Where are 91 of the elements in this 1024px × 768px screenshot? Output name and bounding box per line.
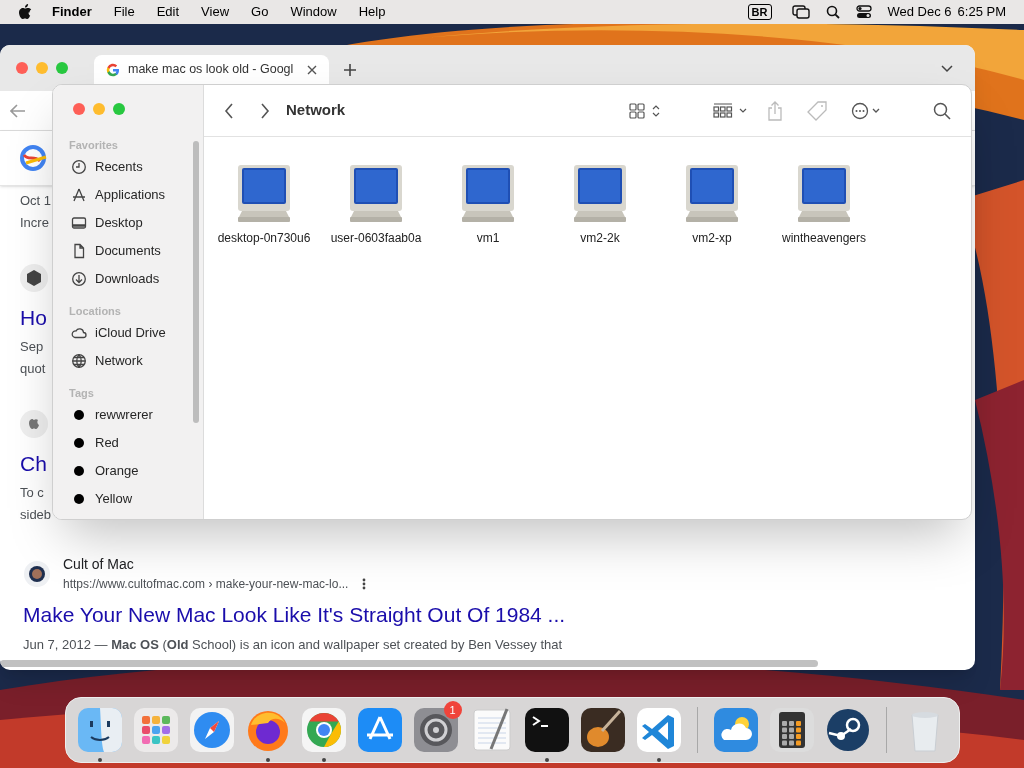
sidebar-item[interactable]: Applications <box>69 181 203 209</box>
group-icon[interactable] <box>713 102 749 119</box>
more-icon[interactable] <box>851 101 881 120</box>
search-icon[interactable] <box>933 101 951 120</box>
guitar-icon[interactable] <box>580 707 627 753</box>
code-editor-icon[interactable] <box>636 707 683 753</box>
document-icon <box>71 243 87 259</box>
network-computer-label[interactable]: vm2-2k <box>580 229 620 247</box>
network-computer-label[interactable]: wintheavengers <box>781 229 867 247</box>
more-vertical-icon[interactable] <box>362 578 367 590</box>
menu-item[interactable]: View <box>201 2 230 22</box>
compass-icon[interactable] <box>188 707 235 753</box>
window-title: Network <box>286 100 346 121</box>
chrome-icon[interactable] <box>300 707 347 753</box>
weather-icon[interactable] <box>713 707 760 753</box>
sidebar-item[interactable]: Downloads <box>69 265 203 293</box>
computer-icon[interactable] <box>236 163 292 223</box>
terminal-icon[interactable] <box>524 707 571 753</box>
gear-icon[interactable] <box>412 707 459 753</box>
clock-icon <box>71 159 87 175</box>
sidebar-item[interactable]: Network <box>69 347 203 375</box>
apple-icon <box>20 410 48 438</box>
sidebar-item[interactable]: Yellow <box>69 485 203 513</box>
tab-title: make mac os look old - Googl <box>128 61 294 79</box>
desktop-icon <box>71 215 87 231</box>
google-icon <box>106 62 120 77</box>
browser-tab[interactable]: make mac os look old - Googl <box>94 55 329 84</box>
notification-badge: 1 <box>443 701 462 719</box>
steam-icon[interactable] <box>825 707 872 753</box>
result-snippet: sideb <box>20 506 52 524</box>
site-favicon <box>23 559 51 588</box>
sidebar-item[interactable]: Orange <box>69 457 203 485</box>
apple-icon[interactable] <box>18 4 32 20</box>
network-computer-label[interactable]: user-0603faab0a <box>330 229 422 247</box>
menu-item[interactable]: Go <box>251 2 269 22</box>
result-snippet: quot <box>20 360 46 378</box>
sidebar-item[interactable]: Red <box>69 429 203 457</box>
result-snippet: Jun 7, 2012 — Mac OS (Old School) is an icon and wallpaper set created by Ben Vessey that <box>23 635 564 654</box>
network-computer-label[interactable]: desktop-0n730u6 <box>217 229 311 247</box>
menu-app-name[interactable]: Finder <box>52 2 92 22</box>
result-title[interactable]: Make Your New Mac Look Like It's Straight Out Of 1984 ... <box>23 599 975 631</box>
chevron-down-icon[interactable] <box>941 65 953 73</box>
result-snippet: Incre <box>20 214 49 232</box>
result-snippet: Sep <box>20 338 44 356</box>
result-title[interactable]: Ch <box>20 450 47 478</box>
site-name: Cult of Mac <box>63 555 135 574</box>
network-computer-label[interactable]: vm2-xp <box>692 229 732 247</box>
sidebar-item[interactable]: Desktop <box>69 209 203 237</box>
computer-icon[interactable] <box>348 163 404 223</box>
sidebar-heading: Tags <box>69 386 95 401</box>
forward-icon[interactable] <box>260 102 270 119</box>
menu-item[interactable]: File <box>113 2 135 22</box>
download-icon <box>71 271 87 287</box>
menu-item[interactable]: Edit <box>156 2 180 22</box>
sidebar-item[interactable]: rewwrerer <box>69 401 203 429</box>
sidebar-heading: Locations <box>69 304 122 319</box>
site-url[interactable]: https://www.cultofmac.com › make-your-new-mac-lo... <box>63 575 349 593</box>
sidebar-heading: Favorites <box>69 138 119 153</box>
computer-icon[interactable] <box>460 163 516 223</box>
menu-item[interactable]: Help <box>358 2 386 22</box>
sidebar-item[interactable]: iCloud Drive <box>69 319 203 347</box>
computer-icon[interactable] <box>796 163 852 223</box>
windows-icon[interactable] <box>791 5 810 19</box>
apps-icon <box>71 187 87 203</box>
finder-icon[interactable] <box>76 707 123 753</box>
computer-icon[interactable] <box>572 163 628 223</box>
new-tab-icon[interactable] <box>343 63 357 77</box>
sidebar-item[interactable]: Documents <box>69 237 203 265</box>
menu-date[interactable]: Wed Dec 6 <box>887 2 952 22</box>
cube-icon <box>20 264 48 292</box>
back-icon[interactable] <box>224 102 234 119</box>
scrollbar[interactable] <box>193 141 199 423</box>
scrollbar[interactable] <box>0 660 818 667</box>
calculator-icon[interactable] <box>769 707 816 753</box>
menu-time[interactable]: 6:25 PM <box>957 2 1006 22</box>
result-title[interactable]: Ho <box>20 304 47 332</box>
cloud-icon <box>71 325 87 341</box>
result-snippet: Oct 1 <box>20 192 52 210</box>
globe-icon <box>71 353 87 369</box>
close-button[interactable] <box>73 103 85 115</box>
menu-item[interactable]: Window <box>290 2 337 22</box>
control-center-icon[interactable] <box>855 5 872 19</box>
sidebar-item[interactable]: Recents <box>69 153 203 181</box>
close-icon[interactable] <box>307 64 317 75</box>
search-icon[interactable] <box>825 5 840 19</box>
launchpad-icon[interactable] <box>132 707 179 753</box>
input-source-badge[interactable]: BR <box>747 4 772 20</box>
network-computer-label[interactable]: vm1 <box>476 229 500 247</box>
app-store-icon[interactable] <box>356 707 403 753</box>
computer-icon[interactable] <box>684 163 740 223</box>
result-snippet: To c <box>20 484 44 502</box>
